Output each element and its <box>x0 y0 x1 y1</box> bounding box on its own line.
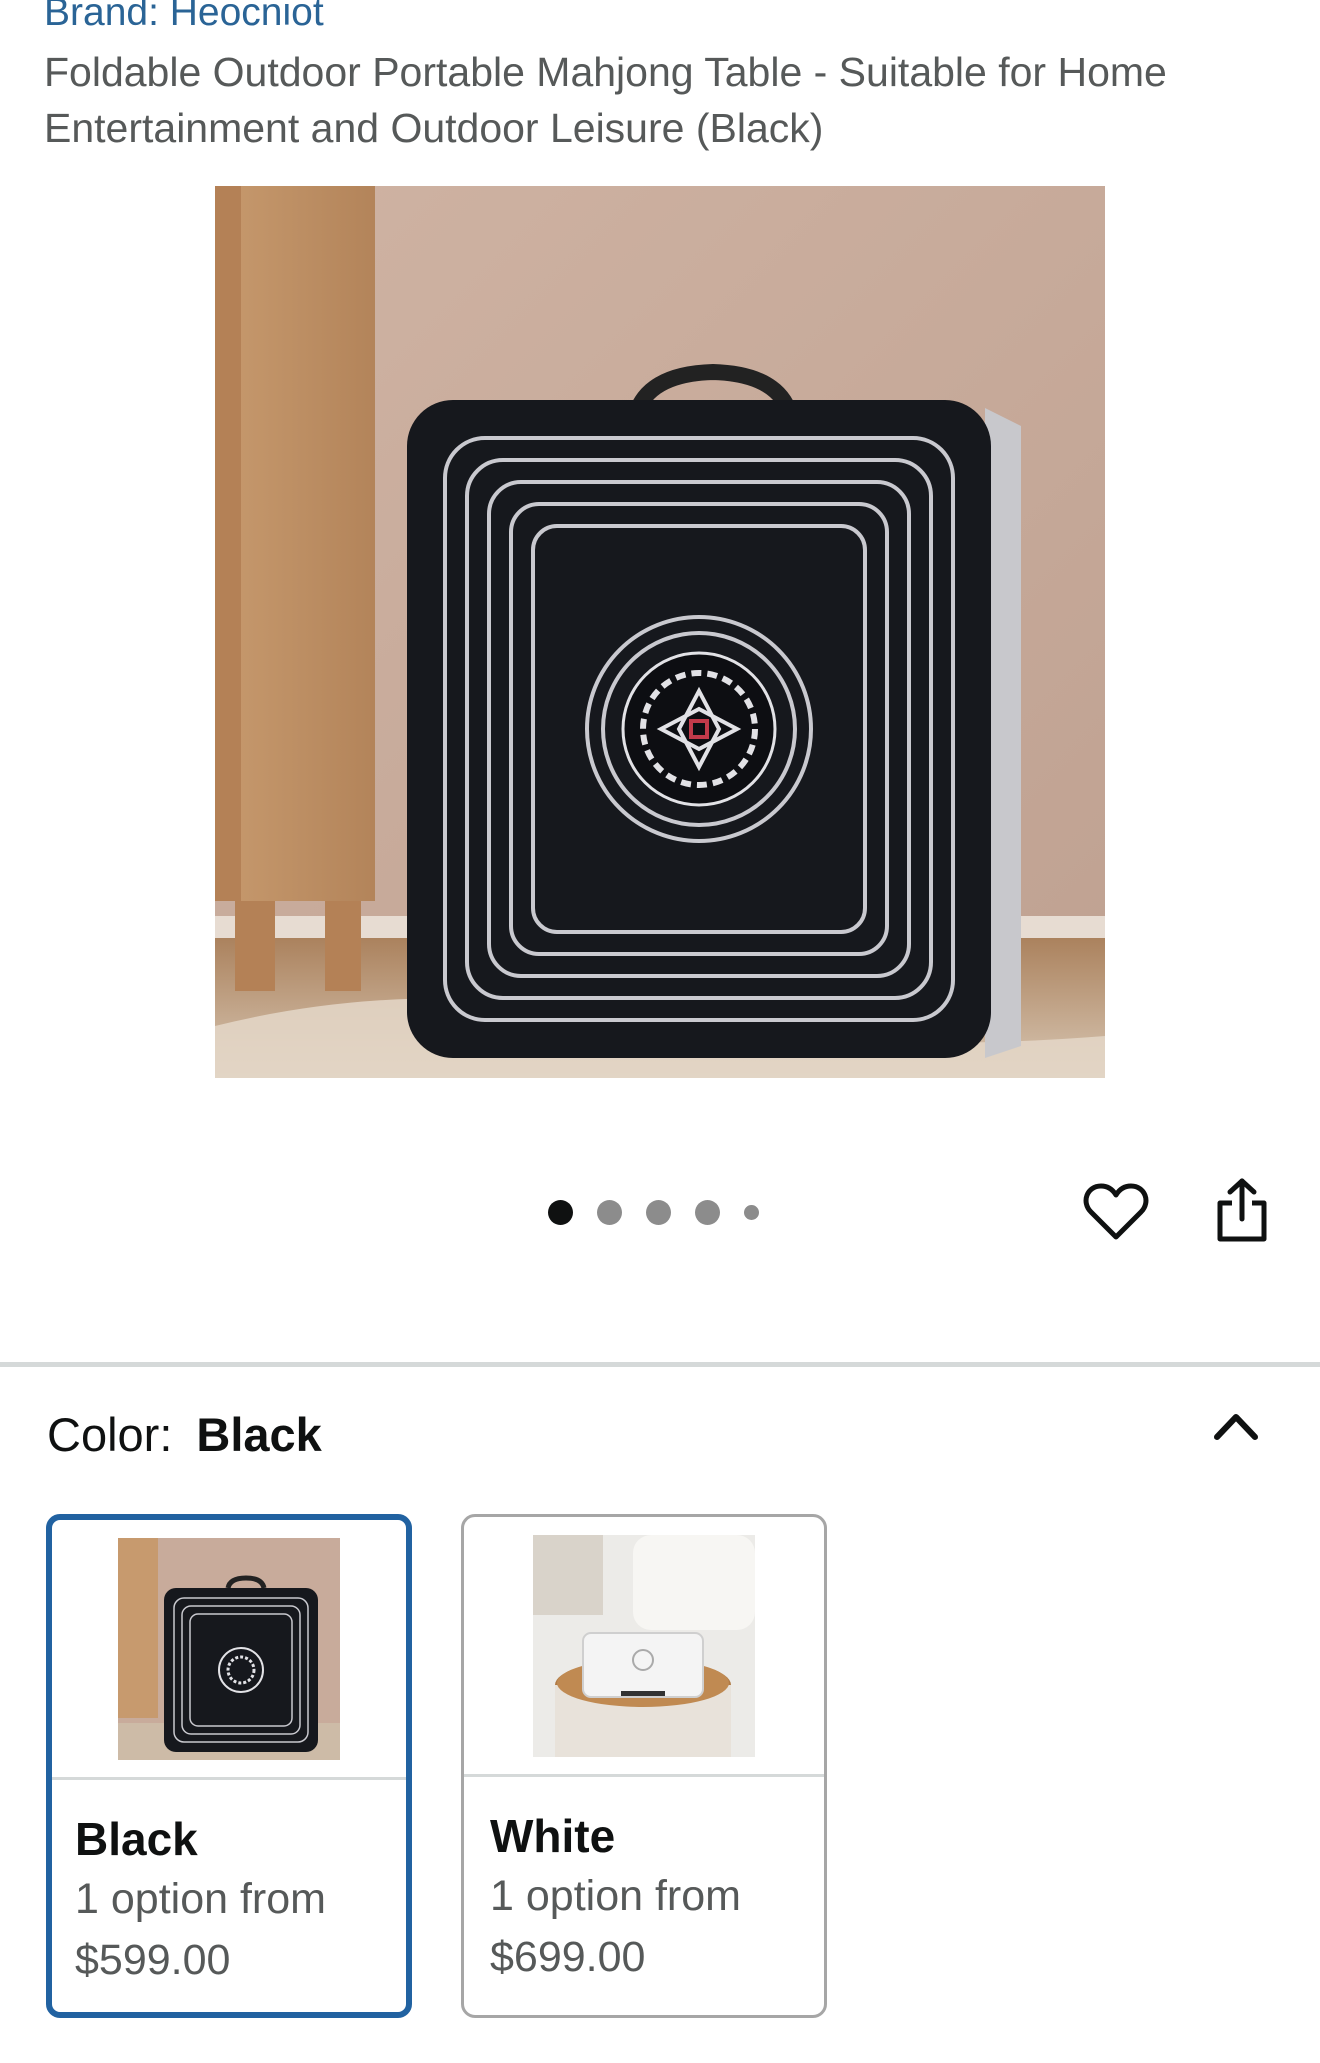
favorite-button[interactable] <box>1080 1176 1152 1248</box>
black-swatch-image <box>118 1537 340 1760</box>
color-selector-header: Color: Black <box>47 1405 322 1465</box>
option-name: White <box>490 1810 616 1862</box>
option-availability: 1 option from <box>490 1872 741 1920</box>
option-price: $599.00 <box>75 1936 231 1984</box>
option-price: $699.00 <box>490 1933 646 1981</box>
white-swatch-image <box>533 1534 755 1757</box>
pager-dot[interactable] <box>744 1205 759 1220</box>
share-button[interactable] <box>1206 1172 1278 1248</box>
section-divider <box>0 1362 1320 1367</box>
option-name: Black <box>75 1813 198 1865</box>
pager-dot[interactable] <box>548 1200 573 1225</box>
pager-dot[interactable] <box>695 1200 720 1225</box>
product-title: Foldable Outdoor Portable Mahjong Table … <box>44 49 1167 151</box>
collapse-button[interactable] <box>1208 1398 1264 1454</box>
option-availability: 1 option from <box>75 1875 326 1923</box>
heart-icon <box>1083 1183 1149 1240</box>
pager-dot[interactable] <box>646 1200 671 1225</box>
color-option-black[interactable]: Black 1 option from $599.00 <box>46 1514 412 2018</box>
image-pager[interactable] <box>548 1200 759 1225</box>
brand-link[interactable]: Brand: Heocniot <box>44 0 324 37</box>
color-label: Color: <box>47 1408 173 1461</box>
chevron-up-icon <box>1214 1414 1258 1440</box>
share-icon <box>1217 1178 1267 1242</box>
color-option-white[interactable]: White 1 option from $699.00 <box>461 1514 827 2018</box>
pager-dot[interactable] <box>597 1200 622 1225</box>
selected-color-value: Black <box>196 1408 322 1461</box>
product-image[interactable] <box>215 186 1105 1078</box>
